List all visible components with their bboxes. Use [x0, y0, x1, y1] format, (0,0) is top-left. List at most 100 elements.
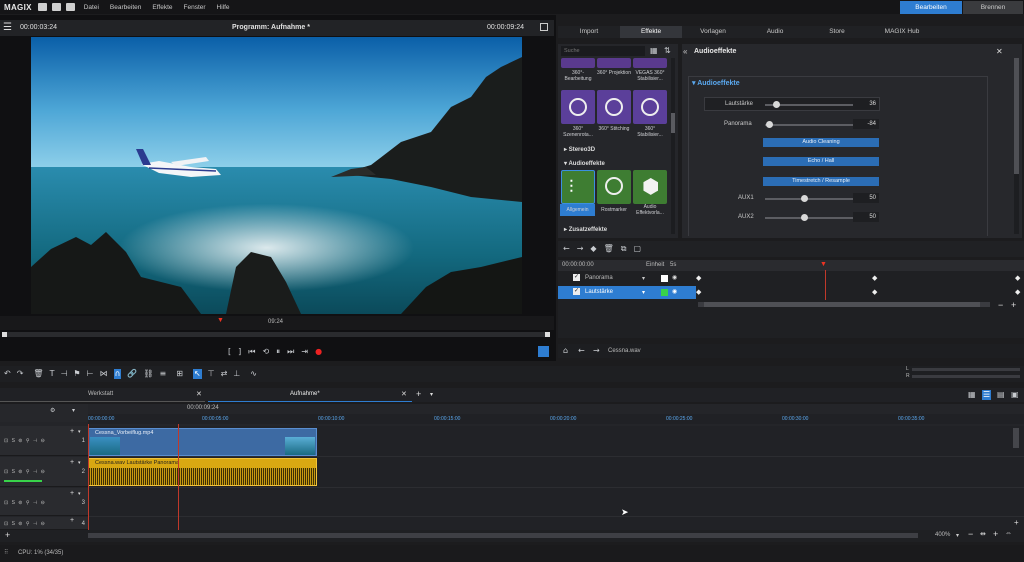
keyframe-icon[interactable]: ◆: [872, 288, 877, 296]
track-controls[interactable]: ⊡ S ⊚ ⚲ ⊣ ⊖: [4, 438, 46, 444]
arrow-left-icon[interactable]: ←: [563, 245, 570, 253]
fx-tile-audio-effektvorlagen[interactable]: ⬢: [633, 170, 667, 204]
expand-icon[interactable]: ▾: [78, 429, 81, 435]
stretch-icon[interactable]: ⇄: [221, 370, 228, 378]
expand-icon[interactable]: ▾: [78, 491, 81, 497]
go-end-icon[interactable]: ⏭: [287, 347, 294, 356]
audio-clip[interactable]: Cessna.wav Lautstärke Panorama: [88, 458, 317, 486]
add-icon[interactable]: +: [5, 530, 10, 540]
ripple-icon[interactable]: ≡: [160, 370, 167, 378]
timeline-mode-icon[interactable]: ☰: [982, 390, 992, 400]
zoom-in-icon[interactable]: +: [1011, 300, 1016, 310]
dropdown-icon[interactable]: ▾: [642, 289, 645, 296]
preview-scrollbar[interactable]: [2, 332, 550, 337]
volume-value[interactable]: 36: [853, 99, 879, 109]
track-header-1[interactable]: ⊡ S ⊚ ⚲ ⊣ ⊖ + ▾ 1: [0, 426, 88, 456]
search-input[interactable]: Suche: [561, 46, 645, 56]
edit-mode-button[interactable]: Bearbeiten: [900, 1, 962, 14]
marker-flag-icon[interactable]: ⚑: [73, 370, 80, 378]
keyframe-icon[interactable]: ◆: [696, 274, 701, 282]
add-keyframe-icon[interactable]: ◆: [590, 245, 596, 253]
menu-effekte[interactable]: Effekte: [152, 4, 172, 11]
keyframe-icon[interactable]: ◆: [872, 274, 877, 282]
track-controls[interactable]: ⊡ S ⊚ ⚲ ⊣ ⊖: [4, 500, 46, 506]
menu-datei[interactable]: Datei: [84, 4, 99, 11]
close-icon[interactable]: ✕: [996, 47, 1003, 56]
playhead-marker-icon[interactable]: ▼: [217, 317, 224, 324]
tab-store[interactable]: Store: [806, 26, 868, 38]
keyframe-scrollbar[interactable]: [698, 302, 990, 307]
collapse-panel-icon[interactable]: «: [683, 47, 687, 56]
settings-icon[interactable]: ⚙: [50, 408, 55, 414]
sort-icon[interactable]: ⇅: [664, 47, 671, 55]
burn-mode-button[interactable]: Brennen: [963, 1, 1023, 14]
fx-tile-360-szenenrotation[interactable]: [561, 90, 595, 124]
fx-tile-360-stitching[interactable]: [597, 90, 631, 124]
open-folder-icon[interactable]: [51, 3, 61, 11]
vertical-scrollbar[interactable]: [1013, 428, 1019, 448]
copy-icon[interactable]: ⧉: [621, 245, 627, 253]
zoom-level[interactable]: 400%: [935, 532, 950, 538]
tab-werkstatt[interactable]: Werkstatt ✕: [0, 388, 205, 402]
zoom-out-icon[interactable]: −: [998, 300, 1003, 310]
group-icon[interactable]: ⋈: [100, 370, 108, 378]
zoom-in-icon[interactable]: +: [993, 529, 998, 539]
menu-hilfe[interactable]: Hilfe: [217, 4, 230, 11]
range-tool-icon[interactable]: ⊤: [208, 370, 215, 378]
add-track-icon[interactable]: +: [1014, 518, 1019, 527]
add-icon[interactable]: +: [70, 459, 74, 466]
close-icon[interactable]: ✕: [401, 390, 407, 398]
timeline-scrollbar[interactable]: [88, 533, 918, 538]
timeline-playhead[interactable]: [178, 424, 179, 530]
echo-hall-button[interactable]: Echo / Hall: [763, 157, 879, 166]
aux2-value[interactable]: 50: [853, 212, 879, 222]
preview-ruler[interactable]: ▼ 09:24: [0, 316, 554, 330]
tab-aufnahme[interactable]: Aufnahme* ✕: [208, 388, 412, 402]
eye-icon[interactable]: ◉: [672, 288, 677, 295]
export-icon[interactable]: [538, 346, 549, 357]
link-icon[interactable]: 🔗: [127, 370, 137, 378]
delete-icon[interactable]: 🗑: [33, 370, 43, 378]
layout-icon[interactable]: ▦: [968, 391, 976, 399]
eye-icon[interactable]: ◉: [672, 274, 677, 281]
add-icon[interactable]: +: [70, 428, 74, 435]
tab-vorlagen[interactable]: Vorlagen: [682, 26, 744, 38]
arrow-right-icon[interactable]: →: [577, 245, 584, 253]
zoom-fit-icon[interactable]: ⇹: [980, 530, 986, 538]
delete-keyframe-icon[interactable]: 🗑: [604, 245, 614, 253]
video-clip[interactable]: Cessna_Vorbeiflug.mp4: [88, 428, 317, 456]
category-stereo3d[interactable]: ▸ Stereo3D: [564, 146, 595, 153]
insert-icon[interactable]: ⊞: [176, 370, 183, 378]
detail-scrollbar[interactable]: [1014, 58, 1019, 234]
scene-icon[interactable]: ▣: [1011, 391, 1019, 399]
back-icon[interactable]: ←: [578, 347, 585, 355]
trim-icon[interactable]: ⊢: [87, 370, 94, 378]
track-header-2[interactable]: ⊡ S ⊚ ⚲ ⊣ ⊖ + ▾ 2: [0, 457, 88, 487]
zoom-out-icon[interactable]: −: [968, 529, 973, 539]
close-icon[interactable]: ✕: [196, 390, 202, 398]
checkbox[interactable]: ✓: [573, 288, 580, 295]
timestretch-button[interactable]: Timestretch / Resample: [763, 177, 879, 186]
audio-cleaning-button[interactable]: Audio Cleaning: [763, 138, 879, 147]
paste-icon[interactable]: ▢: [633, 245, 641, 253]
fx-tile-rostmarker[interactable]: [597, 170, 631, 204]
forward-icon[interactable]: →: [593, 347, 600, 355]
track-header-4[interactable]: ⊡ S ⊚ ⚲ ⊣ ⊖ + 4: [0, 517, 88, 530]
go-start-icon[interactable]: ⏮: [248, 347, 255, 356]
category-zusatzeffekte[interactable]: ▸ Zusatzeffekte: [564, 226, 607, 233]
keyframe-ruler[interactable]: ▼: [696, 260, 1024, 271]
zoom-all-icon[interactable]: ⇔: [1005, 530, 1012, 537]
menu-bearbeiten[interactable]: Bearbeiten: [110, 4, 141, 11]
loop-icon[interactable]: ⟲: [262, 347, 269, 356]
playhead-marker-icon[interactable]: ▼: [820, 261, 827, 268]
mark-out-icon[interactable]: ]: [238, 347, 241, 356]
section-header[interactable]: ▾ Audioeffekte: [692, 79, 740, 87]
add-tab-icon[interactable]: +: [416, 389, 421, 399]
keyframe-icon[interactable]: ◆: [696, 288, 701, 296]
undo-icon[interactable]: ↶: [4, 370, 11, 378]
aux1-value[interactable]: 50: [853, 193, 879, 203]
storyboard-icon[interactable]: ▤: [997, 391, 1005, 399]
split-icon[interactable]: ⊣: [60, 370, 67, 378]
next-icon[interactable]: ⇥: [301, 347, 308, 356]
aux2-slider-track[interactable]: [765, 217, 853, 219]
